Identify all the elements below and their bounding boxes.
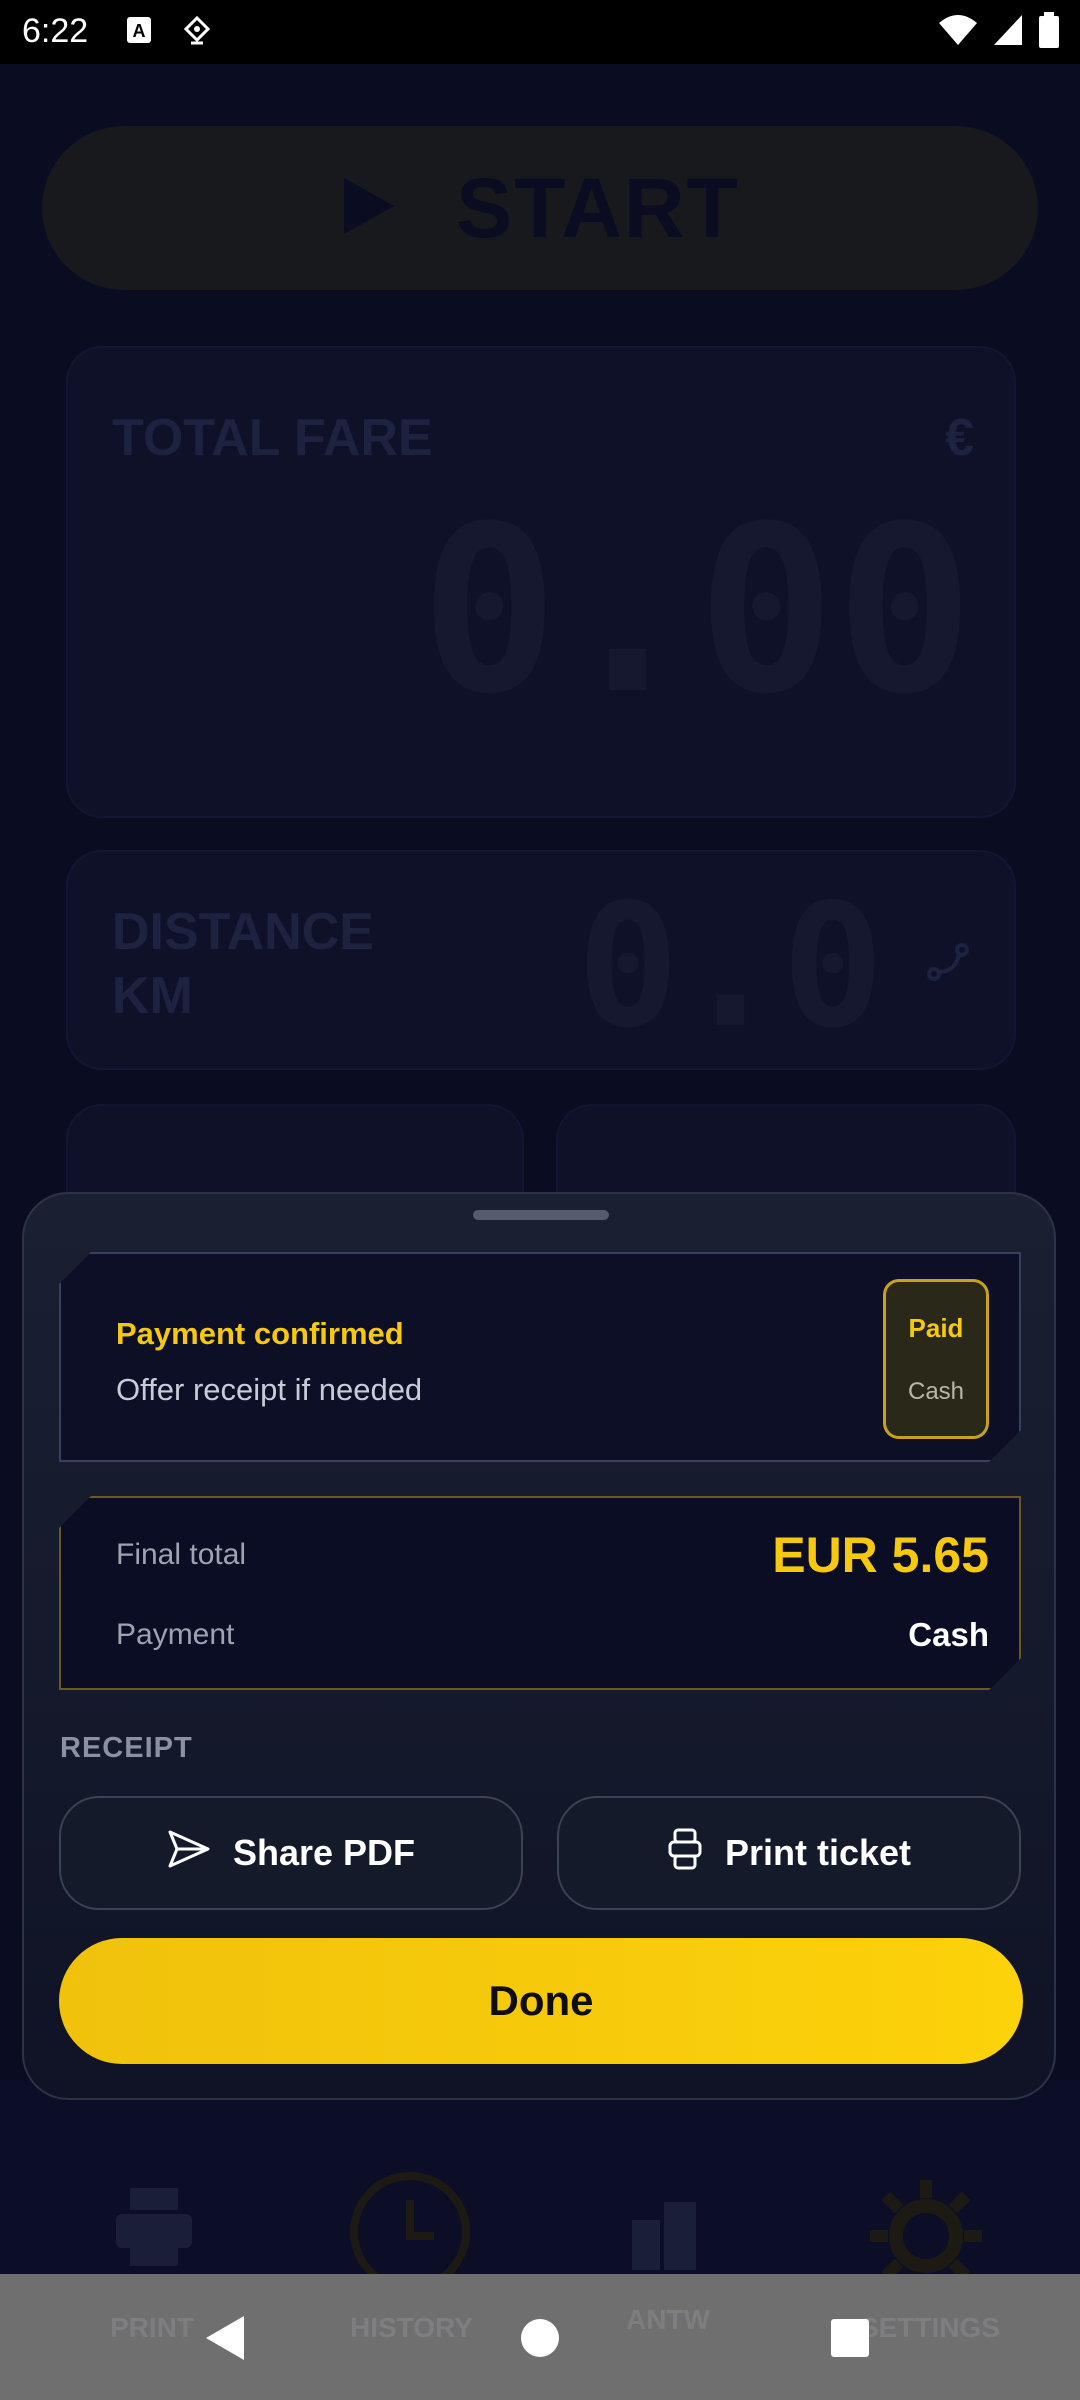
- nav-ghost-print: PRINT: [110, 2312, 194, 2343]
- distance-card: DISTANCE KM 0.0: [66, 850, 1016, 1070]
- cell-signal-icon: [992, 13, 1024, 52]
- location-diamond-icon: [183, 15, 211, 51]
- final-total-panel: Final total EUR 5.65 Payment Cash: [59, 1496, 1021, 1690]
- status-bar: 6:22 A: [0, 0, 1080, 64]
- payment-confirmed-title: Payment confirmed: [116, 1316, 404, 1351]
- payment-bottom-sheet: Payment confirmed Offer receipt if neede…: [22, 1192, 1056, 2100]
- print-ticket-button[interactable]: Print ticket: [557, 1796, 1021, 1910]
- svg-text:A: A: [133, 21, 146, 41]
- payment-label: Payment: [116, 1618, 235, 1651]
- nav-ghost-settings: SETTINGS: [860, 2312, 1001, 2343]
- keyboard-a-icon: A: [126, 16, 152, 49]
- payment-value: Cash: [908, 1616, 989, 1653]
- badge-status: Paid: [908, 1312, 964, 1343]
- total-fare-card: TOTAL FARE € 0.00: [66, 346, 1016, 818]
- done-label: Done: [488, 1977, 594, 2024]
- send-icon: [167, 1829, 211, 1878]
- print-ticket-label: Print ticket: [724, 1832, 912, 1873]
- sheet-drag-handle[interactable]: [473, 1210, 609, 1220]
- distance-digits: 0.0: [576, 868, 884, 1066]
- final-total-label: Final total: [116, 1538, 247, 1571]
- offer-receipt-text: Offer receipt if needed: [116, 1372, 423, 1407]
- play-icon: [340, 176, 396, 241]
- route-icon: [926, 942, 970, 987]
- badge-method: Cash: [907, 1377, 965, 1405]
- final-total-value: EUR 5.65: [772, 1527, 989, 1583]
- recents-icon[interactable]: [830, 2318, 870, 2363]
- share-pdf-button[interactable]: Share PDF: [59, 1796, 523, 1910]
- fare-digits: 0.00: [420, 478, 974, 745]
- printer-icon: [667, 1827, 703, 1880]
- receipt-section-label: RECEIPT: [60, 1732, 193, 1764]
- battery-icon: [1038, 12, 1060, 53]
- distance-label: DISTANCE: [112, 903, 374, 961]
- system-navigation-bar: PRINT HISTORY ANTW SETTINGS: [0, 2274, 1080, 2400]
- done-button[interactable]: Done: [59, 1938, 1023, 2064]
- back-icon[interactable]: [204, 2314, 246, 2367]
- city-buildings-icon: [628, 2198, 700, 2275]
- share-pdf-label: Share PDF: [232, 1832, 416, 1873]
- distance-unit: KM: [112, 967, 193, 1025]
- home-icon[interactable]: [520, 2318, 560, 2363]
- bottom-navigation: PRINT HISTORY ANTW SETTINGS: [0, 2080, 1080, 2347]
- paid-status-badge: Paid Cash: [883, 1279, 989, 1439]
- payment-confirmed-panel: Payment confirmed Offer receipt if neede…: [59, 1252, 1021, 1462]
- total-fare-label: TOTAL FARE: [112, 409, 433, 467]
- currency-symbol: €: [945, 409, 974, 467]
- start-label: START: [456, 160, 740, 255]
- start-button[interactable]: START: [42, 126, 1038, 290]
- nav-ghost-history: HISTORY: [350, 2312, 473, 2343]
- printer-icon: [112, 2184, 196, 2273]
- status-time: 6:22: [22, 12, 89, 50]
- nav-ghost-antw: ANTW: [626, 2304, 710, 2335]
- wifi-icon: [938, 13, 978, 52]
